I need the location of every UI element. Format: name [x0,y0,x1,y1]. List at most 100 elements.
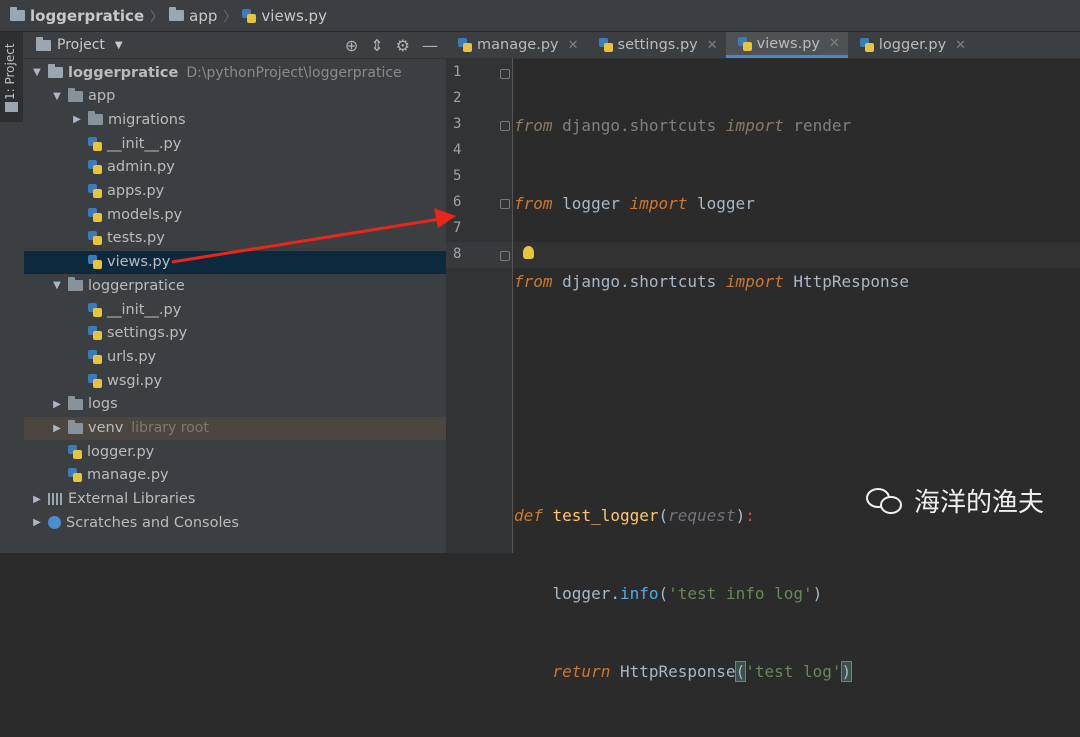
editor-tab[interactable]: views.py ✕ [725,32,848,58]
tree-label: logger.py [87,443,155,460]
string-literal: 'test log' [745,662,842,681]
tree-label: apps.py [107,183,165,199]
tree-label: admin.py [107,159,175,176]
python-file-icon [88,160,102,175]
tree-row[interactable]: views.py [24,250,446,274]
function-name: test_logger [542,506,659,525]
fold-icon[interactable] [500,199,510,209]
code-text: ) [840,661,853,682]
expand-arrow-down-icon[interactable]: ▼ [50,91,64,102]
editor-tab[interactable]: logger.py ✕ [848,32,974,58]
tree-row[interactable]: logger.py [24,440,446,463]
code-text: django.shortcuts [552,272,726,291]
tree-label: loggerpratice [68,64,179,81]
expand-arrow-right-icon[interactable]: ▶ [30,517,44,528]
caret-down-icon: ▼ [114,39,123,51]
editor-tab[interactable]: settings.py ✕ [587,32,726,58]
hide-icon[interactable]: — [422,36,438,55]
tree-row[interactable]: ▶ migrations [24,108,446,131]
editor-gutter [446,58,513,553]
project-tool-tab[interactable]: 1: Project [0,32,23,122]
tree-row[interactable]: manage.py [24,464,446,487]
python-file-icon [88,184,102,198]
tree-row[interactable]: ▶ External Libraries [24,488,446,511]
tree-row[interactable]: models.py [24,203,446,226]
code-line-3: from django.shortcuts import HttpRespons… [514,269,909,295]
tree-row[interactable]: __init__.py [24,132,446,155]
folder-icon [88,111,103,126]
tree-row[interactable]: admin.py [24,156,446,179]
tree-icon-wrap [88,326,102,341]
tree-row[interactable]: ▶ venv library root [24,416,446,440]
folder-icon [10,7,25,21]
tree-icon-wrap [48,493,63,506]
keyword: from [514,272,553,291]
keyword: from [514,194,553,213]
tree-row[interactable]: settings.py [24,322,446,345]
tree-label: logs [88,396,118,413]
expand-arrow-right-icon[interactable]: ▶ [30,494,44,505]
tree-row[interactable]: ▼ app [24,85,446,108]
tree-row[interactable]: apps.py [24,180,446,203]
close-icon[interactable]: ✕ [568,38,579,53]
code-text: HttpResponse [610,662,736,681]
python-file-icon [88,349,102,364]
locate-icon[interactable]: ⊕ [345,36,358,55]
python-file-icon [598,38,613,52]
tree-row[interactable]: urls.py [24,345,446,368]
fold-icon[interactable] [500,69,510,79]
expand-arrow-right-icon[interactable]: ▶ [50,423,64,434]
fold-icon[interactable] [500,251,510,261]
code-line-1: from django.shortcuts import render [514,113,909,139]
close-icon[interactable]: ✕ [707,38,718,53]
tree-row[interactable]: ▶ logs [24,393,446,416]
expand-arrow-right-icon[interactable]: ▶ [50,399,64,410]
breadcrumb-file[interactable]: views.py [242,7,327,25]
gear-icon[interactable]: ⚙ [396,36,410,55]
project-view-selector[interactable]: Project ▼ [36,36,123,53]
expand-arrow-right-icon[interactable]: ▶ [70,114,84,125]
code-text: : [745,506,755,525]
tree-label: __init__.py [107,135,182,152]
method-name: info [619,584,659,603]
tree-row[interactable]: tests.py [24,227,446,250]
folder-icon [48,64,63,78]
tree-row[interactable]: ▼ loggerpratice D:\pythonProject\loggerpra… [24,61,446,84]
tree-icon-wrap [48,64,63,78]
project-tool-tab-label: 1: Project [3,43,17,100]
editor-tab-label: logger.py [878,37,947,53]
folder-icon [5,102,18,112]
breadcrumb-project[interactable]: loggerpratice [10,7,144,25]
tree-icon-wrap [48,516,61,530]
tree-row[interactable]: ▼ loggerpratice [24,274,446,297]
close-icon[interactable]: ✕ [829,36,840,51]
tree-label: venv [88,420,124,436]
expand-arrow-down-icon[interactable]: ▼ [30,67,44,78]
code-text: HttpResponse [783,272,909,291]
project-panel-title: Project [57,37,105,53]
watermark-text: 海洋的渔夫 [914,488,1045,518]
python-file-icon [88,207,102,222]
close-icon[interactable]: ✕ [955,38,966,53]
keyword: import [725,116,784,135]
editor-tab[interactable]: manage.py ✕ [446,32,587,58]
parameter: request [668,506,736,525]
folder-icon [68,87,83,102]
tree-row[interactable]: ▶ Scratches and Consoles [24,511,446,534]
python-file-icon [88,373,102,388]
editor-tab-label: views.py [756,35,820,52]
fold-icon[interactable] [500,121,510,131]
code-area[interactable]: from django.shortcuts import render from… [514,61,909,737]
editor-tabs: manage.py ✕ settings.py ✕ views.py ✕ logger.py… [446,32,1080,59]
tree-row[interactable]: wsgi.py [24,369,446,392]
string-literal: 'test info log' [668,584,813,603]
tree-label: __init__.py [107,301,182,318]
tree-icon-wrap [68,395,83,410]
collapse-all-icon[interactable]: ⇕ [370,36,383,55]
breadcrumb-folder[interactable]: app [169,7,217,25]
python-file-icon [88,302,102,317]
expand-arrow-down-icon[interactable]: ▼ [50,280,64,291]
tree-row[interactable]: __init__.py [24,298,446,321]
